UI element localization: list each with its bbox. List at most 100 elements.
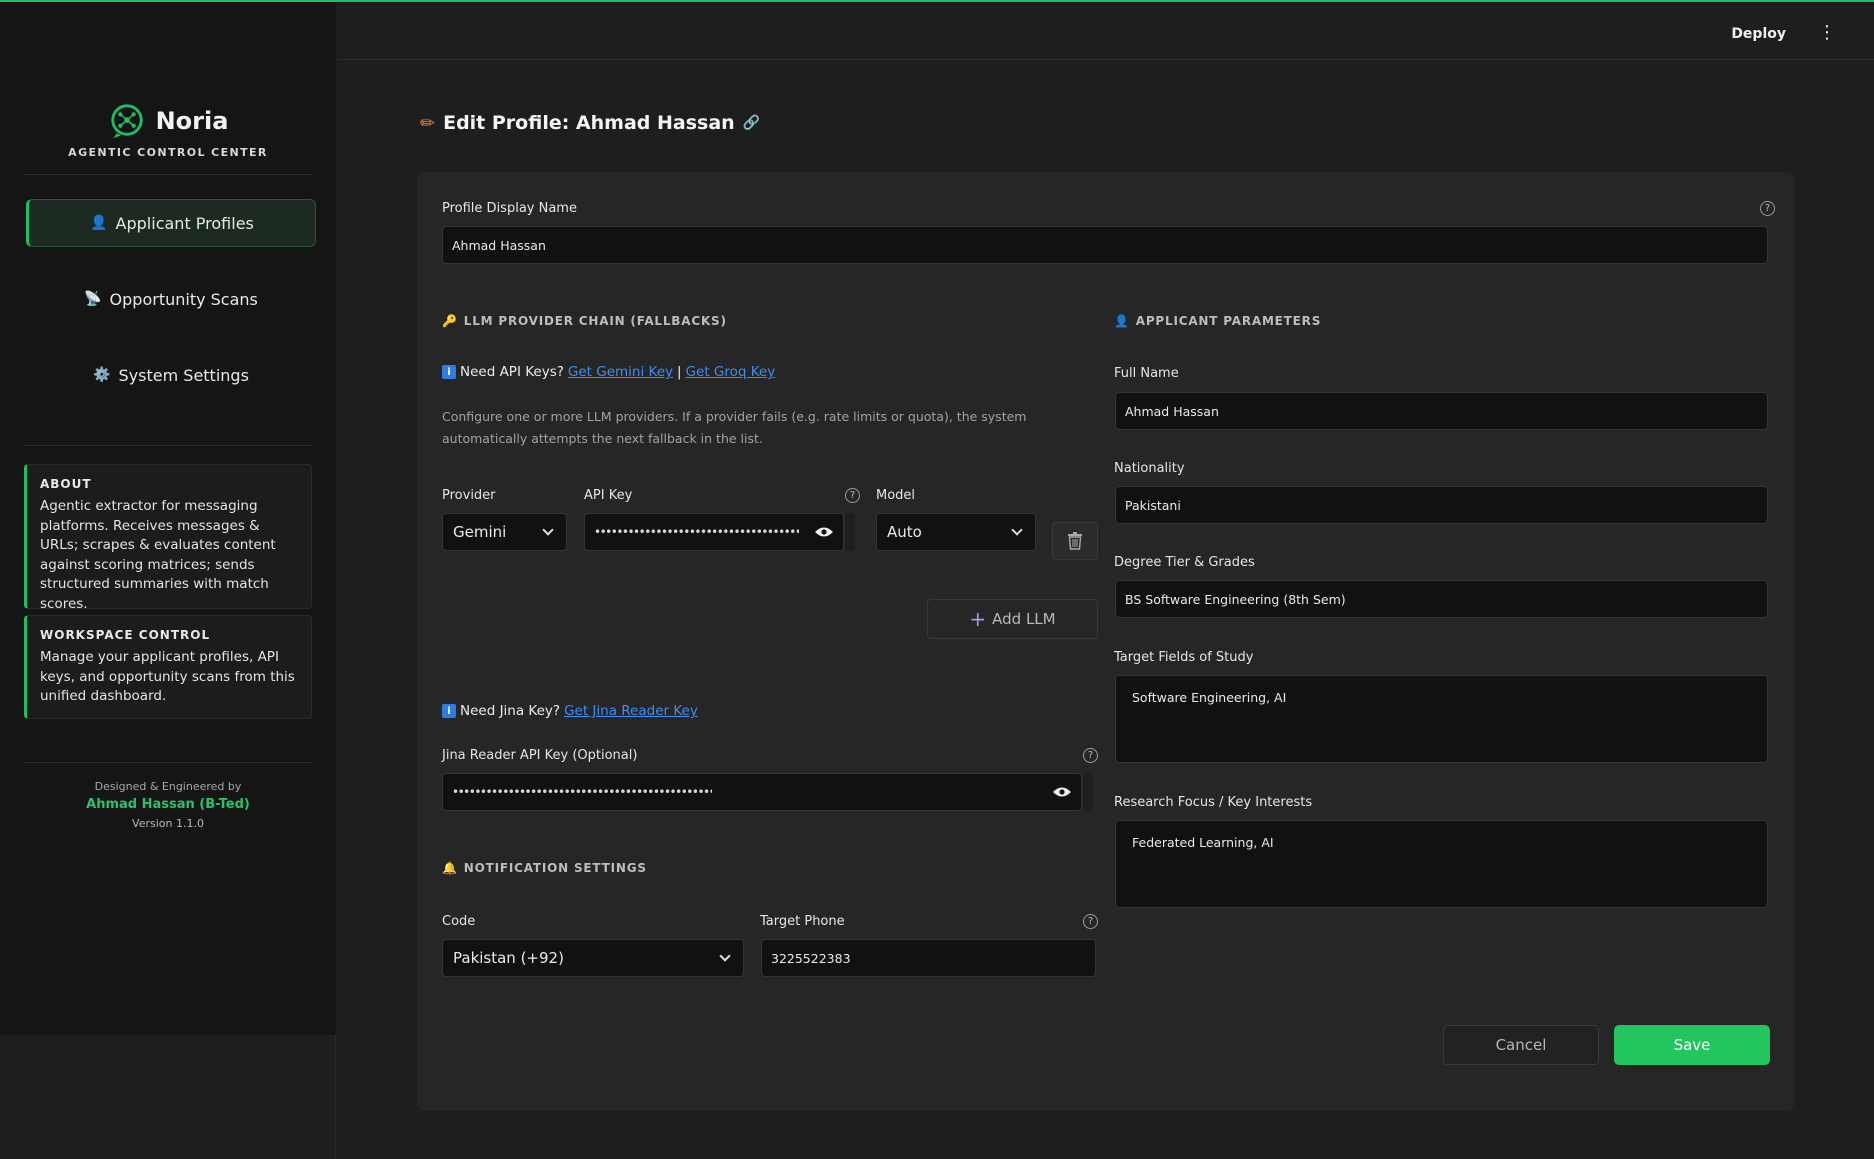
llm-description: Configure one or more LLM providers. If … [442,409,1027,446]
help-icon[interactable]: ? [845,488,860,503]
brand-subtitle: AGENTIC CONTROL CENTER [68,146,268,159]
add-llm-button[interactable]: + Add LLM [927,599,1098,639]
help-icon[interactable]: ? [1760,201,1775,216]
applicant-section-title: 👤 APPLICANT PARAMETERS [1114,314,1321,328]
deploy-button[interactable]: Deploy [1731,26,1786,42]
applicant-section-title-text: APPLICANT PARAMETERS [1135,314,1322,328]
anchor-link-icon[interactable]: 🔗 [743,115,760,131]
top-header: Deploy ⋮ [337,2,1874,60]
display-name-input[interactable]: Ahmad Hassan [442,226,1768,264]
about-title: ABOUT [40,477,92,491]
pencil-icon: ✏ [420,112,436,134]
llm-section-title: 🔑 LLM PROVIDER CHAIN (FALLBACKS) [442,314,727,328]
country-code-select[interactable]: Pakistan (+92) [442,939,744,977]
jina-key-input[interactable]: ••••••••••••••••••••••••••••••••••••••••… [442,773,1082,811]
code-label: Code [442,914,476,929]
key-icon: 🔑 [442,314,458,328]
chevron-down-icon [719,950,731,962]
sidebar-item-label: Applicant Profiles [115,213,254,233]
about-card: ABOUT Agentic extractor for messaging pl… [24,464,312,612]
info-icon: i [442,365,456,379]
satellite-icon: 📡 [84,291,102,307]
link-separator: | [677,364,682,380]
kebab-menu-icon[interactable]: ⋮ [1818,24,1836,42]
help-icon[interactable]: ? [1083,914,1098,929]
model-select-value: Auto [887,523,922,541]
full-name-label: Full Name [1114,366,1179,381]
sidebar-divider [24,762,312,763]
about-text: Agentic extractor for messaging platform… [40,498,276,612]
llm-section-title-text: LLM PROVIDER CHAIN (FALLBACKS) [463,314,727,328]
trash-icon [1068,532,1082,550]
brand-logo-icon [110,104,143,139]
jina-key-masked-value: ••••••••••••••••••••••••••••••••••••••••… [452,785,712,799]
jina-key-link[interactable]: Get Jina Reader Key [564,703,698,719]
jina-info: i Need Jina Key? Get Jina Reader Key [442,703,698,719]
api-key-input[interactable]: ••••••••••••••••••••••••••••••••••••••••… [584,513,844,551]
workspace-card: WORKSPACE CONTROL Manage your applicant … [24,615,312,719]
bell-icon: 🔔 [442,861,458,875]
model-label: Model [876,488,916,503]
jina-info-text: Need Jina Key? [460,703,561,719]
delete-provider-button[interactable] [1052,522,1098,560]
api-keys-info: i Need API Keys? Get Gemini Key | Get Gr… [442,364,775,380]
user-icon: 👤 [90,215,108,231]
target-fields-label: Target Fields of Study [1114,650,1254,665]
groq-key-link[interactable]: Get Groq Key [686,364,776,380]
sidebar-item-label: Opportunity Scans [109,289,258,309]
degree-label: Degree Tier & Grades [1114,555,1255,570]
api-keys-info-text: Need API Keys? [460,364,564,380]
help-icon[interactable]: ? [1083,748,1098,763]
sidebar-item-opportunity-scans[interactable]: 📡 Opportunity Scans [26,275,316,323]
research-focus-textarea[interactable]: Federated Learning, AI [1115,820,1768,908]
degree-input[interactable]: BS Software Engineering (8th Sem) [1115,580,1768,618]
brand: Noria AGENTIC CONTROL CENTER [0,102,336,159]
workspace-title: WORKSPACE CONTROL [40,628,211,642]
brand-name: Noria [155,107,229,135]
credit: Designed & Engineered by Ahmad Hassan (B… [0,780,336,830]
plus-icon: + [969,607,987,631]
chevron-down-icon [542,524,554,536]
research-focus-label: Research Focus / Key Interests [1114,795,1313,810]
credit-line: Designed & Engineered by [94,780,242,793]
add-llm-label: Add LLM [992,610,1056,628]
edit-profile-form: Profile Display Name ? Ahmad Hassan 🔑 LL… [417,172,1794,1111]
api-key-label: API Key [584,488,633,503]
nationality-label: Nationality [1114,461,1185,476]
chevron-down-icon [1011,524,1023,536]
country-code-value: Pakistan (+92) [453,949,564,967]
save-button[interactable]: Save [1614,1025,1770,1065]
scroll-stub [845,513,855,551]
credit-author: Ahmad Hassan (B-Ted) [86,797,250,812]
provider-select[interactable]: Gemini [442,513,567,551]
display-name-label: Profile Display Name [442,201,577,216]
eye-icon[interactable] [1052,786,1072,798]
version-label: Version 1.1.0 [132,817,204,830]
provider-select-value: Gemini [453,523,507,541]
eye-icon[interactable] [814,526,834,538]
sidebar-footer-area [0,1035,336,1159]
target-fields-textarea[interactable]: Software Engineering, AI [1115,675,1768,763]
info-icon: i [442,704,456,718]
full-name-input[interactable]: Ahmad Hassan [1115,392,1768,430]
page-title: ✏ Edit Profile: Ahmad Hassan 🔗 [420,112,760,134]
jina-key-label: Jina Reader API Key (Optional) [442,748,638,763]
sidebar: Noria AGENTIC CONTROL CENTER 👤 Applicant… [0,2,336,1035]
sidebar-divider [24,174,312,175]
provider-label: Provider [442,488,496,503]
workspace-text: Manage your applicant profiles, API keys… [40,649,295,704]
api-key-masked-value: ••••••••••••••••••••••••••••••••••••••••… [594,525,799,539]
gemini-key-link[interactable]: Get Gemini Key [568,364,673,380]
nationality-input[interactable]: Pakistani [1115,486,1768,524]
cancel-button[interactable]: Cancel [1443,1025,1599,1065]
person-icon: 👤 [1114,314,1130,328]
target-phone-input[interactable]: 3225522383 [761,939,1096,977]
page-title-text: Edit Profile: Ahmad Hassan [443,112,735,134]
sidebar-item-system-settings[interactable]: ⚙️ System Settings [26,351,316,399]
model-select[interactable]: Auto [876,513,1036,551]
target-phone-label: Target Phone [760,914,845,929]
gear-icon: ⚙️ [93,367,111,383]
sidebar-divider [24,445,312,446]
notification-section-title: 🔔 NOTIFICATION SETTINGS [442,861,647,875]
sidebar-item-applicant-profiles[interactable]: 👤 Applicant Profiles [26,199,316,247]
